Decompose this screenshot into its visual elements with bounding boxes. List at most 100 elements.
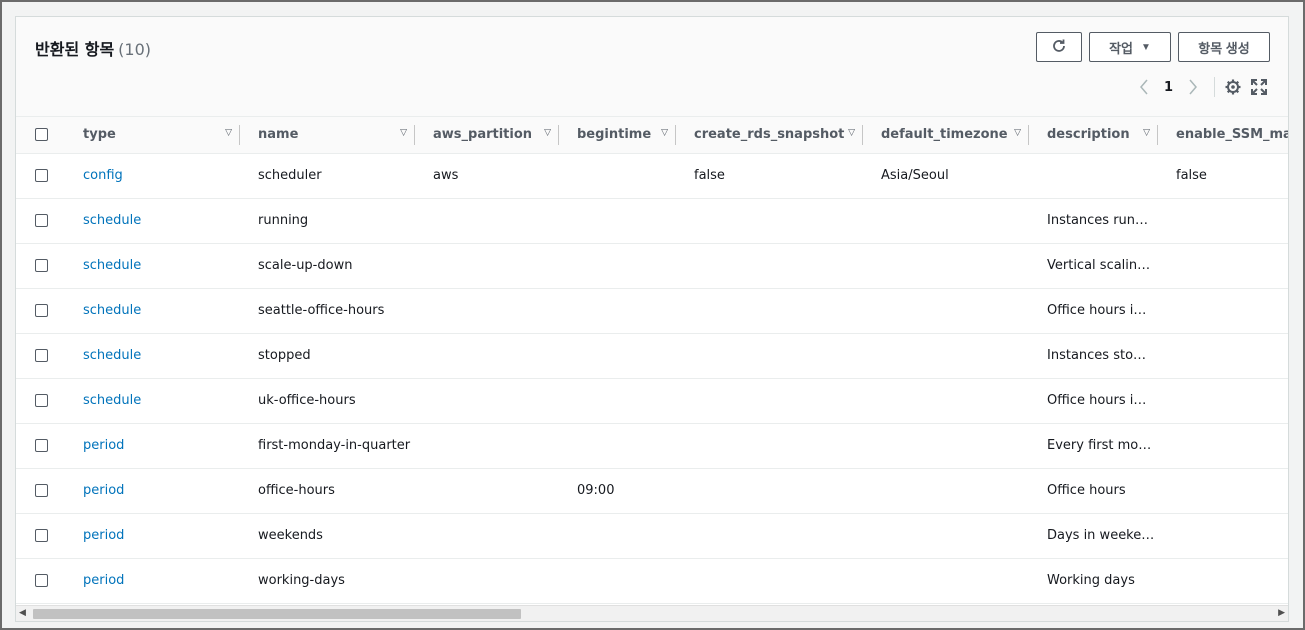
type-cell[interactable]: schedule: [65, 288, 240, 334]
table-row[interactable]: period weekends Days in weeke…: [16, 513, 1288, 559]
column-header-enable-ssm-maint[interactable]: enable_SSM_maint: [1158, 117, 1288, 154]
aws-partition-cell: [415, 423, 559, 469]
table-row[interactable]: schedule uk-office-hours Office hours i…: [16, 378, 1288, 424]
sort-icon[interactable]: ▽: [225, 128, 232, 138]
window-frame: 반환된 항목 (10) 작업 ▼ 항목 생성 1 type ▽ name ▽ a…: [0, 0, 1305, 630]
column-header-description[interactable]: description ▽: [1029, 117, 1158, 154]
current-page-number[interactable]: 1: [1164, 75, 1178, 99]
row-checkbox[interactable]: [35, 259, 48, 272]
default-timezone-cell: [863, 333, 1029, 379]
column-header-name[interactable]: name ▽: [240, 117, 415, 154]
default-timezone-cell: [863, 378, 1029, 424]
row-checkbox[interactable]: [35, 574, 48, 587]
name-cell: scheduler: [240, 153, 415, 199]
aws-partition-cell: [415, 468, 559, 514]
item-type-link[interactable]: period: [83, 573, 124, 588]
row-select-cell: [16, 243, 65, 289]
column-header-default-timezone[interactable]: default_timezone ▽: [863, 117, 1029, 154]
item-type-link[interactable]: period: [83, 528, 124, 543]
description-cell: Instances sto…: [1029, 333, 1158, 379]
row-checkbox[interactable]: [35, 214, 48, 227]
refresh-button[interactable]: [1036, 32, 1082, 62]
column-header-type[interactable]: type ▽: [65, 117, 240, 154]
table-row[interactable]: schedule scale-up-down Vertical scalin…: [16, 243, 1288, 289]
pager-divider: [1214, 77, 1215, 97]
actions-dropdown-button[interactable]: 작업 ▼: [1089, 32, 1171, 62]
sort-icon[interactable]: ▽: [848, 128, 855, 138]
item-type-link[interactable]: schedule: [83, 393, 141, 408]
description-cell: Vertical scalin…: [1029, 243, 1158, 289]
type-cell[interactable]: schedule: [65, 333, 240, 379]
type-cell[interactable]: schedule: [65, 198, 240, 244]
table-row[interactable]: period working-days Working days: [16, 558, 1288, 604]
enable-ssm-maint-cell: [1158, 513, 1288, 559]
table-row[interactable]: config scheduler aws false Asia/Seoul fa…: [16, 153, 1288, 199]
next-page-button[interactable]: [1188, 75, 1204, 99]
type-cell[interactable]: config: [65, 153, 240, 199]
type-cell[interactable]: period: [65, 468, 240, 514]
select-all-checkbox[interactable]: [35, 128, 48, 142]
column-header-label: type: [83, 127, 116, 143]
name-cell: weekends: [240, 513, 415, 559]
name-cell: first-monday-in-quarter: [240, 423, 415, 469]
enable-ssm-maint-cell: [1158, 378, 1288, 424]
begintime-cell: [559, 513, 676, 559]
item-type-link[interactable]: period: [83, 438, 124, 453]
chevron-right-icon: [1189, 79, 1197, 95]
fullscreen-button[interactable]: [1248, 76, 1270, 98]
row-checkbox[interactable]: [35, 349, 48, 362]
begintime-cell: [559, 558, 676, 604]
row-checkbox[interactable]: [35, 439, 48, 452]
table-row[interactable]: period first-monday-in-quarter Every fir…: [16, 423, 1288, 469]
description-cell: Office hours i…: [1029, 378, 1158, 424]
item-type-link[interactable]: schedule: [83, 348, 141, 363]
row-checkbox[interactable]: [35, 529, 48, 542]
row-checkbox[interactable]: [35, 484, 48, 497]
enable-ssm-maint-cell: [1158, 243, 1288, 289]
type-cell[interactable]: schedule: [65, 243, 240, 289]
enable-ssm-maint-cell: [1158, 468, 1288, 514]
column-header-aws-partition[interactable]: aws_partition ▽: [415, 117, 559, 154]
panel-title-text: 반환된 항목: [35, 40, 115, 59]
row-checkbox[interactable]: [35, 304, 48, 317]
sort-icon[interactable]: ▽: [544, 128, 551, 138]
item-type-link[interactable]: schedule: [83, 258, 141, 273]
table-row[interactable]: schedule running Instances run…: [16, 198, 1288, 244]
scroll-left-icon[interactable]: ◀: [19, 608, 26, 618]
table-row[interactable]: period office-hours 09:00 Office hours: [16, 468, 1288, 514]
type-cell[interactable]: schedule: [65, 378, 240, 424]
row-checkbox[interactable]: [35, 169, 48, 182]
column-header-label: begintime: [577, 127, 652, 143]
panel-title: 반환된 항목 (10): [35, 36, 151, 60]
create-rds-snapshot-cell: [676, 558, 863, 604]
preferences-button[interactable]: [1222, 76, 1244, 98]
type-cell[interactable]: period: [65, 513, 240, 559]
sort-icon[interactable]: ▽: [661, 128, 668, 138]
item-type-link[interactable]: config: [83, 168, 123, 183]
previous-page-button[interactable]: [1139, 75, 1155, 99]
begintime-cell: 09:00: [559, 468, 676, 514]
item-type-link[interactable]: period: [83, 483, 124, 498]
type-cell[interactable]: period: [65, 423, 240, 469]
sort-icon[interactable]: ▽: [400, 128, 407, 138]
row-checkbox[interactable]: [35, 394, 48, 407]
scroll-right-icon[interactable]: ▶: [1278, 608, 1285, 618]
name-cell: working-days: [240, 558, 415, 604]
create-rds-snapshot-cell: [676, 243, 863, 289]
create-item-button[interactable]: 항목 생성: [1178, 32, 1270, 62]
sort-icon[interactable]: ▽: [1143, 128, 1150, 138]
horizontal-scrollbar[interactable]: ◀ ▶: [16, 605, 1288, 621]
begintime-cell: [559, 243, 676, 289]
name-cell: scale-up-down: [240, 243, 415, 289]
column-header-create-rds-snapshot[interactable]: create_rds_snapshot ▽: [676, 117, 863, 154]
item-type-link[interactable]: schedule: [83, 213, 141, 228]
default-timezone-cell: [863, 288, 1029, 334]
table-row[interactable]: schedule stopped Instances sto…: [16, 333, 1288, 379]
scrollbar-thumb[interactable]: [33, 609, 521, 619]
column-header-begintime[interactable]: begintime ▽: [559, 117, 676, 154]
description-cell: Working days: [1029, 558, 1158, 604]
sort-icon[interactable]: ▽: [1014, 128, 1021, 138]
table-row[interactable]: schedule seattle-office-hours Office hou…: [16, 288, 1288, 334]
item-type-link[interactable]: schedule: [83, 303, 141, 318]
type-cell[interactable]: period: [65, 558, 240, 604]
